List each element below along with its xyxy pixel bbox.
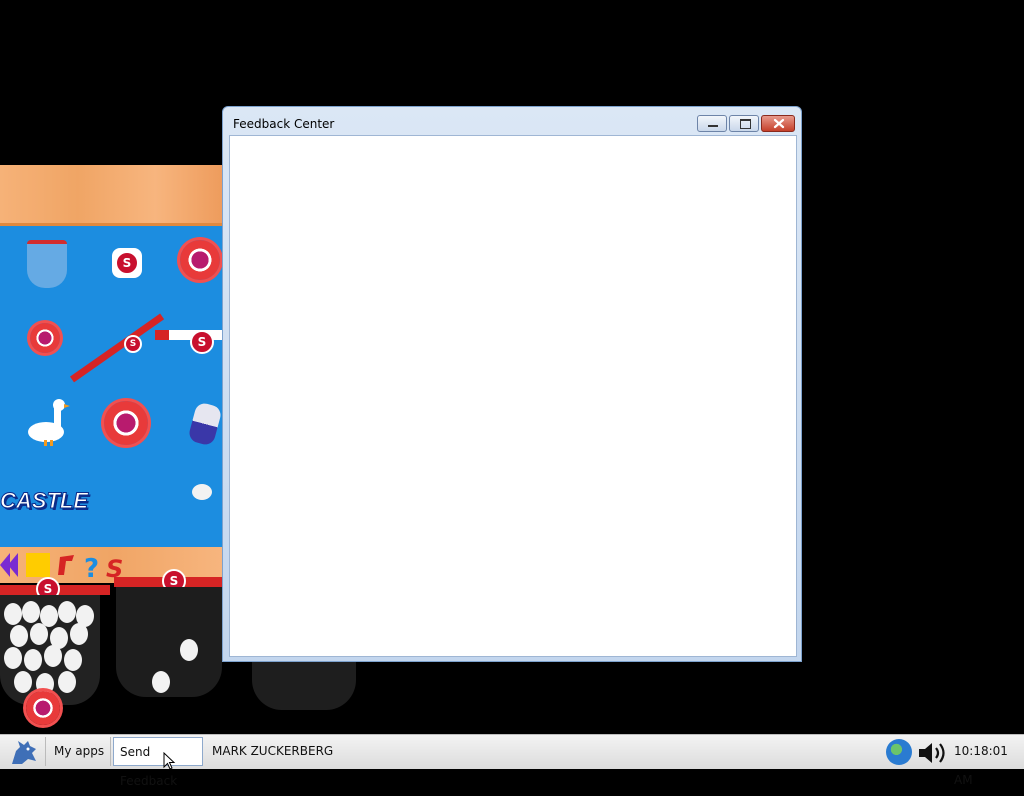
egg-bins: S S — [0, 569, 222, 733]
game-background: S S S CASTLE ? S S S — [0, 165, 222, 733]
egg-bin — [116, 587, 222, 697]
egg-bin-shadow — [252, 662, 356, 710]
egg-icon — [192, 484, 212, 500]
svg-text:?: ? — [84, 554, 99, 583]
gear-icon — [104, 401, 148, 445]
maximize-button[interactable] — [729, 115, 759, 132]
taskbar: My apps Send Feedback MARK ZUCKERBERG 10… — [0, 734, 1024, 788]
start-button[interactable] — [2, 737, 46, 766]
castle-sign: CASTLE — [0, 488, 89, 514]
my-apps-button[interactable]: My apps — [48, 737, 112, 766]
send-feedback-task[interactable]: Send Feedback — [113, 737, 203, 788]
s-badge: S — [190, 330, 214, 354]
window-title: Feedback Center — [233, 117, 335, 131]
close-button[interactable] — [761, 115, 795, 132]
window-titlebar[interactable]: Feedback Center — [223, 107, 801, 135]
gear-icon — [180, 240, 220, 280]
minimize-icon — [708, 125, 718, 127]
game-top-panel — [0, 165, 222, 226]
dragon-logo-icon — [12, 741, 36, 764]
egg-bin-full — [0, 595, 100, 705]
feedback-center-window: Feedback Center — [222, 106, 802, 662]
star-icon — [30, 323, 60, 353]
star-icon — [26, 691, 60, 725]
user-name-task[interactable]: MARK ZUCKERBERG — [206, 737, 339, 766]
mouse-cursor-icon — [163, 752, 176, 770]
pill-icon — [187, 401, 222, 447]
s-badge: S — [124, 335, 142, 353]
maximize-icon — [740, 119, 751, 129]
speaker-icon[interactable] — [917, 740, 949, 766]
shield-icon: S — [112, 248, 142, 278]
s-badge: S — [115, 251, 139, 275]
funnel-icon — [27, 240, 67, 288]
close-icon — [773, 118, 785, 129]
goose-icon — [26, 396, 70, 446]
globe-icon[interactable] — [886, 739, 912, 765]
clock[interactable]: 10:18:01 AM — [954, 737, 1024, 787]
window-content[interactable] — [229, 135, 797, 657]
ramp-icon — [69, 313, 165, 383]
minimize-button[interactable] — [697, 115, 727, 132]
